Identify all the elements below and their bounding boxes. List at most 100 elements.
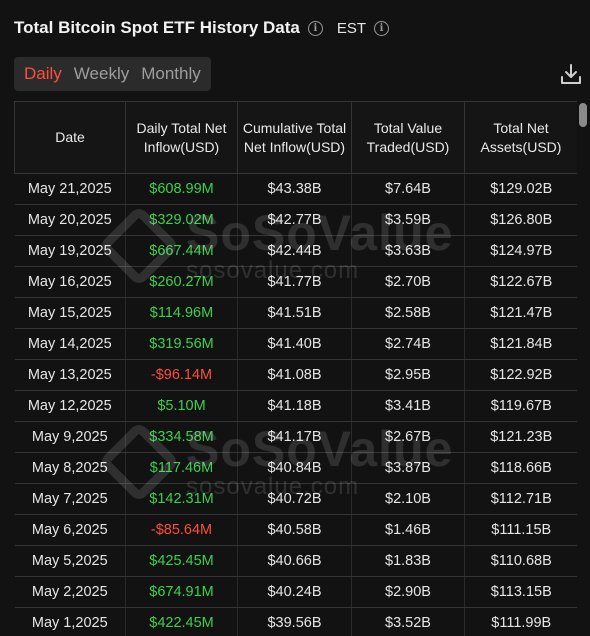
column-header-net-assets[interactable]: Total Net Assets(USD)	[464, 101, 577, 174]
column-header-value-traded[interactable]: Total Value Traded(USD)	[351, 101, 465, 174]
cell-net-assets: $121.84B	[464, 328, 577, 360]
cell-cumulative-inflow: $40.58B	[237, 514, 352, 546]
table-row: May 8,2025 $117.46M $40.84B $3.87B $118.66B	[14, 452, 577, 484]
cell-cumulative-inflow: $41.18B	[237, 390, 352, 422]
cell-cumulative-inflow: $43.38B	[237, 173, 352, 205]
table-scrollbar[interactable]	[578, 101, 588, 636]
timezone-label: EST	[336, 19, 367, 37]
table-row: May 16,2025 $260.27M $41.77B $2.70B $122.67B	[14, 266, 577, 298]
cell-daily-inflow: $608.99M	[125, 173, 238, 205]
table-row: May 19,2025 $667.44M $42.44B $3.63B $124.97B	[14, 235, 577, 267]
cell-value-traded: $2.95B	[351, 359, 465, 391]
cell-value-traded: $2.10B	[351, 483, 465, 515]
cell-value-traded: $3.59B	[351, 204, 465, 236]
cell-value-traded: $7.64B	[351, 173, 465, 205]
cell-daily-inflow: $319.56M	[125, 328, 238, 360]
table-row: May 1,2025 $422.45M $39.56B $3.52B $111.99B	[14, 607, 577, 636]
cell-cumulative-inflow: $41.17B	[237, 421, 352, 453]
cell-date: May 19,2025	[14, 235, 126, 267]
cell-date: May 6,2025	[14, 514, 126, 546]
table-row: May 13,2025 -$96.14M $41.08B $2.95B $122.92B	[14, 359, 577, 391]
cell-value-traded: $3.63B	[351, 235, 465, 267]
cell-date: May 2,2025	[14, 576, 126, 608]
column-header-daily-inflow[interactable]: Daily Total Net Inflow(USD)	[125, 101, 238, 174]
cell-cumulative-inflow: $41.40B	[237, 328, 352, 360]
table-header-row: Date Daily Total Net Inflow(USD) Cumulat…	[14, 101, 577, 174]
cell-date: May 14,2025	[14, 328, 126, 360]
cell-date: May 20,2025	[14, 204, 126, 236]
table-row: May 2,2025 $674.91M $40.24B $2.90B $113.15B	[14, 576, 577, 608]
cell-daily-inflow: $117.46M	[125, 452, 238, 484]
period-tabs: Daily Weekly Monthly	[14, 57, 211, 91]
table-row: May 6,2025 -$85.64M $40.58B $1.46B $111.15B	[14, 514, 577, 546]
cell-net-assets: $119.67B	[464, 390, 577, 422]
header: Total Bitcoin Spot ETF History Data i ES…	[14, 18, 390, 38]
cell-net-assets: $124.97B	[464, 235, 577, 267]
cell-date: May 9,2025	[14, 421, 126, 453]
tab-monthly[interactable]: Monthly	[135, 64, 207, 84]
cell-cumulative-inflow: $41.51B	[237, 297, 352, 329]
cell-net-assets: $112.71B	[464, 483, 577, 515]
cell-value-traded: $3.87B	[351, 452, 465, 484]
cell-cumulative-inflow: $40.84B	[237, 452, 352, 484]
cell-net-assets: $118.66B	[464, 452, 577, 484]
cell-value-traded: $1.46B	[351, 514, 465, 546]
cell-net-assets: $121.23B	[464, 421, 577, 453]
table-row: May 5,2025 $425.45M $40.66B $1.83B $110.68B	[14, 545, 577, 577]
cell-net-assets: $113.15B	[464, 576, 577, 608]
scrollbar-thumb[interactable]	[579, 103, 587, 127]
timezone-info-icon[interactable]: i	[374, 20, 390, 36]
table-body: May 21,2025 $608.99M $43.38B $7.64B $129.02B…	[14, 173, 577, 636]
cell-daily-inflow: $425.45M	[125, 545, 238, 577]
cell-daily-inflow: $5.10M	[125, 390, 238, 422]
table-row: May 9,2025 $334.58M $41.17B $2.67B $121.23B	[14, 421, 577, 453]
table-row: May 7,2025 $142.31M $40.72B $2.10B $112.71B	[14, 483, 577, 515]
column-header-date[interactable]: Date	[14, 101, 126, 174]
cell-net-assets: $121.47B	[464, 297, 577, 329]
cell-date: May 15,2025	[14, 297, 126, 329]
cell-cumulative-inflow: $40.24B	[237, 576, 352, 608]
cell-daily-inflow: $422.45M	[125, 607, 238, 636]
cell-daily-inflow: -$85.64M	[125, 514, 238, 546]
cell-date: May 13,2025	[14, 359, 126, 391]
cell-date: May 5,2025	[14, 545, 126, 577]
info-icon[interactable]: i	[307, 20, 323, 36]
cell-net-assets: $111.15B	[464, 514, 577, 546]
cell-cumulative-inflow: $41.77B	[237, 266, 352, 298]
cell-value-traded: $3.41B	[351, 390, 465, 422]
cell-value-traded: $3.52B	[351, 607, 465, 636]
cell-value-traded: $1.83B	[351, 545, 465, 577]
cell-date: May 7,2025	[14, 483, 126, 515]
cell-value-traded: $2.74B	[351, 328, 465, 360]
cell-date: May 16,2025	[14, 266, 126, 298]
cell-net-assets: $111.99B	[464, 607, 577, 636]
cell-daily-inflow: -$96.14M	[125, 359, 238, 391]
cell-cumulative-inflow: $42.77B	[237, 204, 352, 236]
tab-weekly[interactable]: Weekly	[68, 64, 135, 84]
cell-cumulative-inflow: $42.44B	[237, 235, 352, 267]
table-row: May 21,2025 $608.99M $43.38B $7.64B $129.02B	[14, 173, 577, 205]
page-title: Total Bitcoin Spot ETF History Data	[14, 18, 300, 37]
etf-history-table: Date Daily Total Net Inflow(USD) Cumulat…	[14, 101, 577, 636]
table-row: May 14,2025 $319.56M $41.40B $2.74B $121.84B	[14, 328, 577, 360]
cell-daily-inflow: $334.58M	[125, 421, 238, 453]
cell-cumulative-inflow: $40.66B	[237, 545, 352, 577]
table-row: May 20,2025 $329.02M $42.77B $3.59B $126.80B	[14, 204, 577, 236]
cell-date: May 21,2025	[14, 173, 126, 205]
download-icon[interactable]	[560, 62, 582, 86]
cell-value-traded: $2.67B	[351, 421, 465, 453]
cell-cumulative-inflow: $40.72B	[237, 483, 352, 515]
table-row: May 12,2025 $5.10M $41.18B $3.41B $119.67B	[14, 390, 577, 422]
cell-date: May 8,2025	[14, 452, 126, 484]
cell-daily-inflow: $329.02M	[125, 204, 238, 236]
column-header-cumulative-inflow[interactable]: Cumulative Total Net Inflow(USD)	[237, 101, 352, 174]
cell-daily-inflow: $667.44M	[125, 235, 238, 267]
cell-date: May 12,2025	[14, 390, 126, 422]
cell-cumulative-inflow: $39.56B	[237, 607, 352, 636]
cell-value-traded: $2.58B	[351, 297, 465, 329]
tab-daily[interactable]: Daily	[18, 64, 68, 84]
cell-value-traded: $2.90B	[351, 576, 465, 608]
cell-cumulative-inflow: $41.08B	[237, 359, 352, 391]
cell-net-assets: $122.92B	[464, 359, 577, 391]
table-row: May 15,2025 $114.96M $41.51B $2.58B $121.47B	[14, 297, 577, 329]
